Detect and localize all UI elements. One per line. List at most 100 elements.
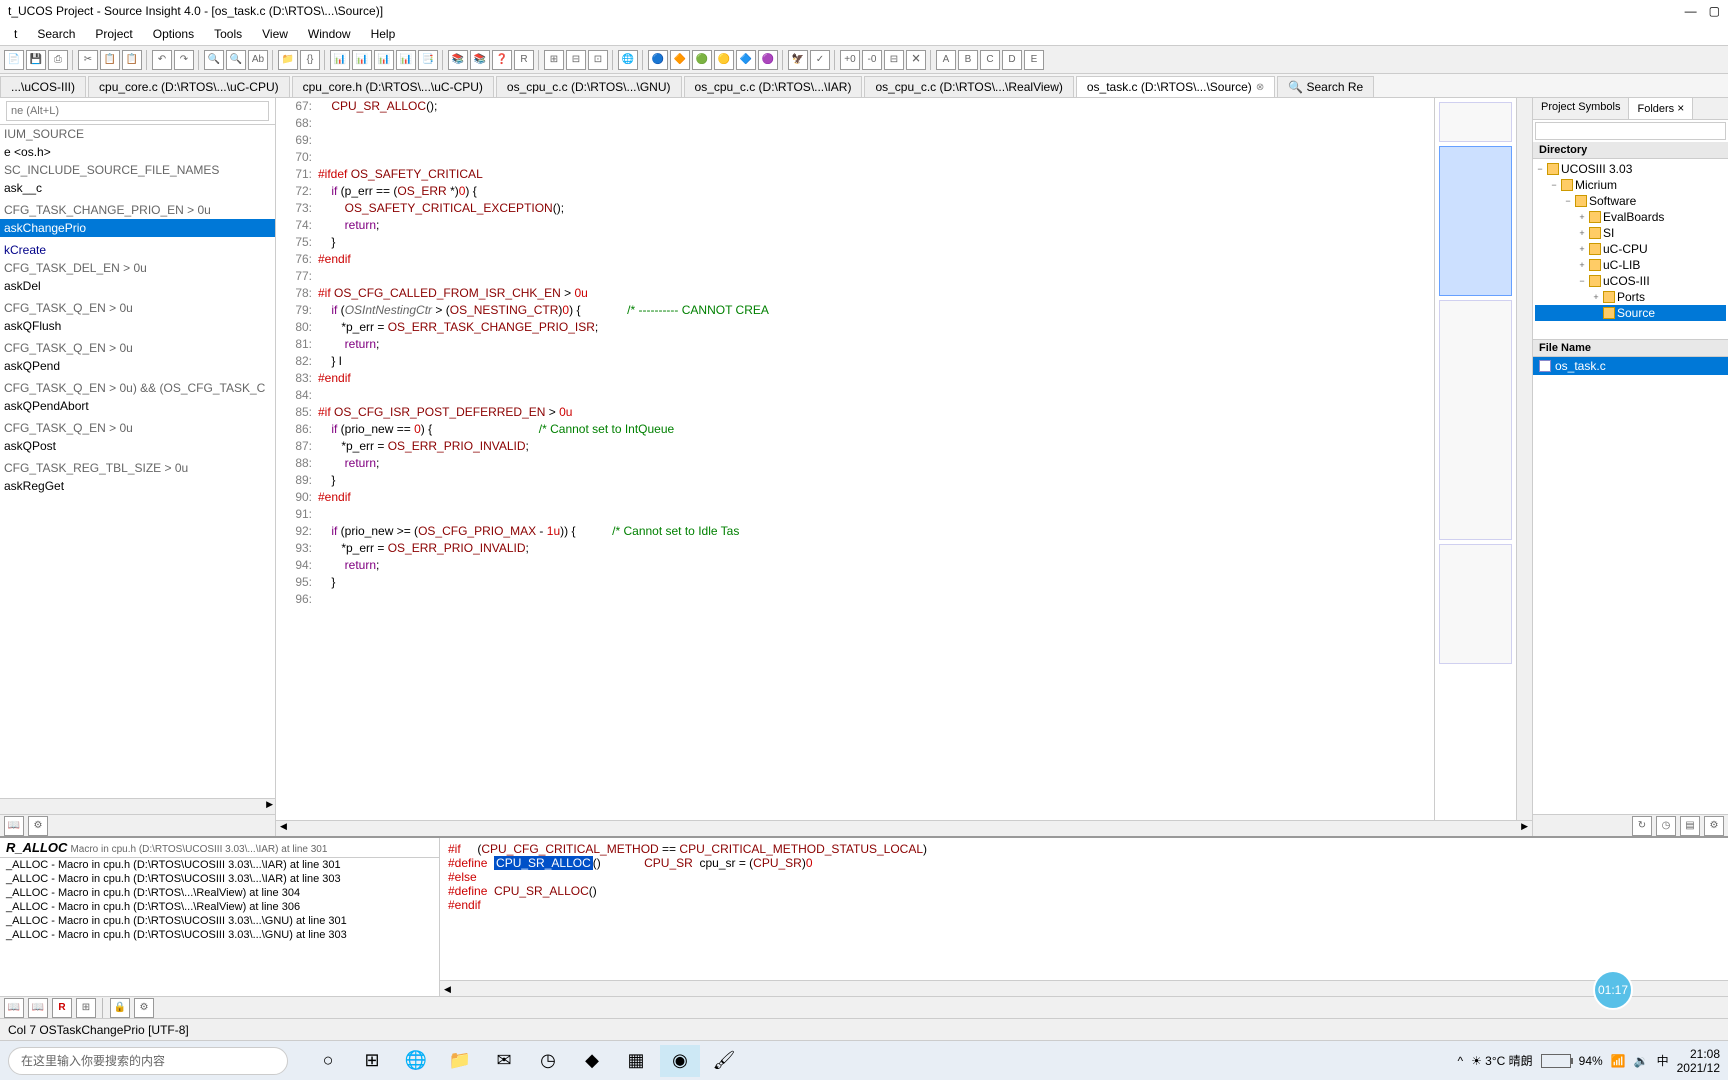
toolbar-button[interactable]: +0 [840,50,860,70]
code-editor[interactable]: 67: CPU_SR_ALLOC();68:69:70:71:#ifdef OS… [276,98,1434,820]
symbol-hscroll[interactable]: ▶ [0,798,275,814]
book-icon[interactable]: 📖 [4,816,24,836]
file-tab[interactable]: cpu_core.h (D:\RTOS\...\uC-CPU) [292,76,494,97]
toolbar-button[interactable]: 🦅 [788,50,808,70]
toolbar-button[interactable]: ⊡ [588,50,608,70]
minimize-button[interactable]: — [1685,4,1697,18]
symbol-panel-toolbar[interactable]: 📖 ⚙ [0,814,275,836]
toolbar-button[interactable]: ↶ [152,50,172,70]
tree-item[interactable]: +SI [1535,225,1726,241]
file-tab[interactable]: os_cpu_c.c (D:\RTOS\...\IAR) [684,76,863,97]
symbol-search-input[interactable] [6,101,269,121]
book-icon[interactable]: ▤ [1680,816,1700,836]
book-icon[interactable]: 📖 [4,998,24,1018]
maximize-button[interactable]: ▢ [1709,4,1720,18]
main-toolbar[interactable]: 📄💾⎙✂📋📋↶↷🔍🔍Ab📁{}📊📊📊📊📑📚📚❓R⊞⊟⊡🌐🔵🔶🟢🟡🔷🟣🦅✓+0-0… [0,46,1728,74]
toolbar-button[interactable]: 🔵 [648,50,668,70]
toolbar-button[interactable]: ↷ [174,50,194,70]
file-tab[interactable]: cpu_core.c (D:\RTOS\...\uC-CPU) [88,76,290,97]
menu-item[interactable]: Tools [204,25,252,43]
symbol-item[interactable]: IUM_SOURCE [0,125,275,143]
gear-icon[interactable]: ⚙ [134,998,154,1018]
file-item[interactable]: os_task.c [1533,357,1728,375]
menu-item[interactable]: Window [298,25,361,43]
toolbar-button[interactable]: 📊 [330,50,350,70]
symbol-item[interactable]: askQFlush [0,317,275,335]
menu-item[interactable]: t [4,25,27,43]
ime-status[interactable]: 中 [1657,1052,1669,1069]
symbol-item[interactable]: SC_INCLUDE_SOURCE_FILE_NAMES [0,161,275,179]
folder-search-input[interactable] [1535,122,1726,140]
lock-icon[interactable]: 🔒 [110,998,130,1018]
reference-item[interactable]: _ALLOC - Macro in cpu.h (D:\RTOS\UCOSIII… [0,872,439,886]
weather-status[interactable]: ☀ 3°C 晴朗 [1471,1052,1533,1069]
toolbar-button[interactable]: 🗙 [906,50,926,70]
gear-icon[interactable]: ⚙ [1704,816,1724,836]
toolbar-button[interactable]: 📚 [470,50,490,70]
reference-item[interactable]: _ALLOC - Macro in cpu.h (D:\RTOS\...\Rea… [0,900,439,914]
tree-item[interactable]: +EvalBoards [1535,209,1726,225]
symbol-item[interactable]: ask__c [0,179,275,197]
symbol-item[interactable]: CFG_TASK_Q_EN > 0u) && (OS_CFG_TASK_C [0,379,275,397]
app-icon[interactable]: ◷ [528,1045,568,1077]
menu-item[interactable]: Search [27,25,85,43]
clock-time[interactable]: 21:08 [1677,1047,1720,1061]
clock-icon[interactable]: ◷ [1656,816,1676,836]
file-tab[interactable]: ...\uCOS-III) [0,76,86,97]
symbol-item[interactable]: CFG_TASK_REG_TBL_SIZE > 0u [0,459,275,477]
toolbar-button[interactable]: 🌐 [618,50,638,70]
toolbar-button[interactable]: ⎙ [48,50,68,70]
reference-item[interactable]: _ALLOC - Macro in cpu.h (D:\RTOS\UCOSIII… [0,858,439,872]
reference-item[interactable]: _ALLOC - Macro in cpu.h (D:\RTOS\UCOSIII… [0,928,439,942]
editor-vscrollbar[interactable] [1516,98,1532,820]
toolbar-button[interactable]: -0 [862,50,882,70]
r-icon[interactable]: R [52,998,72,1018]
file-tab[interactable]: os_task.c (D:\RTOS\...\Source)⊗ [1076,76,1275,97]
toolbar-button[interactable]: 📁 [278,50,298,70]
toolbar-button[interactable]: 💾 [26,50,46,70]
context-code[interactable]: #if (CPU_CFG_CRITICAL_METHOD == CPU_CRIT… [440,838,1728,980]
menu-item[interactable]: View [252,25,298,43]
menu-item[interactable]: Project [85,25,142,43]
toolbar-button[interactable]: ✓ [810,50,830,70]
tree-item[interactable]: +uC-CPU [1535,241,1726,257]
taskbar-search[interactable]: 在这里输入你要搜索的内容 [8,1047,288,1075]
task-view-icon[interactable]: ⊞ [352,1045,392,1077]
close-icon[interactable]: × [1677,101,1684,115]
toolbar-button[interactable]: 🔍 [204,50,224,70]
toolbar-button[interactable]: 📋 [122,50,142,70]
edge-icon[interactable]: 🌐 [396,1045,436,1077]
toolbar-button[interactable]: 🔷 [736,50,756,70]
toolbar-button[interactable]: ⊟ [884,50,904,70]
toolbar-button[interactable]: 📊 [396,50,416,70]
chevron-up-icon[interactable]: ^ [1457,1054,1463,1068]
toolbar-button[interactable]: {} [300,50,320,70]
tree-item[interactable]: −Micrium [1535,177,1726,193]
menu-item[interactable]: Options [143,25,204,43]
toolbar-button[interactable]: 🟢 [692,50,712,70]
code-minimap[interactable] [1434,98,1516,820]
symbol-item[interactable]: askDel [0,277,275,295]
symbol-item[interactable]: askQPost [0,437,275,455]
context-hscroll[interactable]: ◀ [440,980,1728,996]
symbol-item[interactable]: CFG_TASK_Q_EN > 0u [0,339,275,357]
symbol-item[interactable]: askQPendAbort [0,397,275,415]
symbol-item[interactable]: askQPend [0,357,275,375]
tree-item[interactable]: +uC-LIB [1535,257,1726,273]
symbol-item[interactable]: CFG_TASK_Q_EN > 0u [0,419,275,437]
reference-item[interactable]: _ALLOC - Macro in cpu.h (D:\RTOS\UCOSIII… [0,914,439,928]
symbol-item[interactable]: e <os.h> [0,143,275,161]
wifi-icon[interactable]: 📶 [1611,1054,1626,1068]
source-insight-icon[interactable]: ◉ [660,1045,700,1077]
volume-icon[interactable]: 🔉 [1634,1054,1649,1068]
tree-item[interactable]: −Software [1535,193,1726,209]
toolbar-button[interactable]: B [958,50,978,70]
toolbar-button[interactable]: 🔍 [226,50,246,70]
toolbar-button[interactable]: 🔶 [670,50,690,70]
toolbar-button[interactable]: ⊟ [566,50,586,70]
battery-icon[interactable] [1541,1054,1571,1068]
symbol-item[interactable]: kCreate [0,241,275,259]
toolbar-button[interactable]: A [936,50,956,70]
file-tabs[interactable]: ...\uCOS-III)cpu_core.c (D:\RTOS\...\uC-… [0,74,1728,98]
explorer-icon[interactable]: 📁 [440,1045,480,1077]
